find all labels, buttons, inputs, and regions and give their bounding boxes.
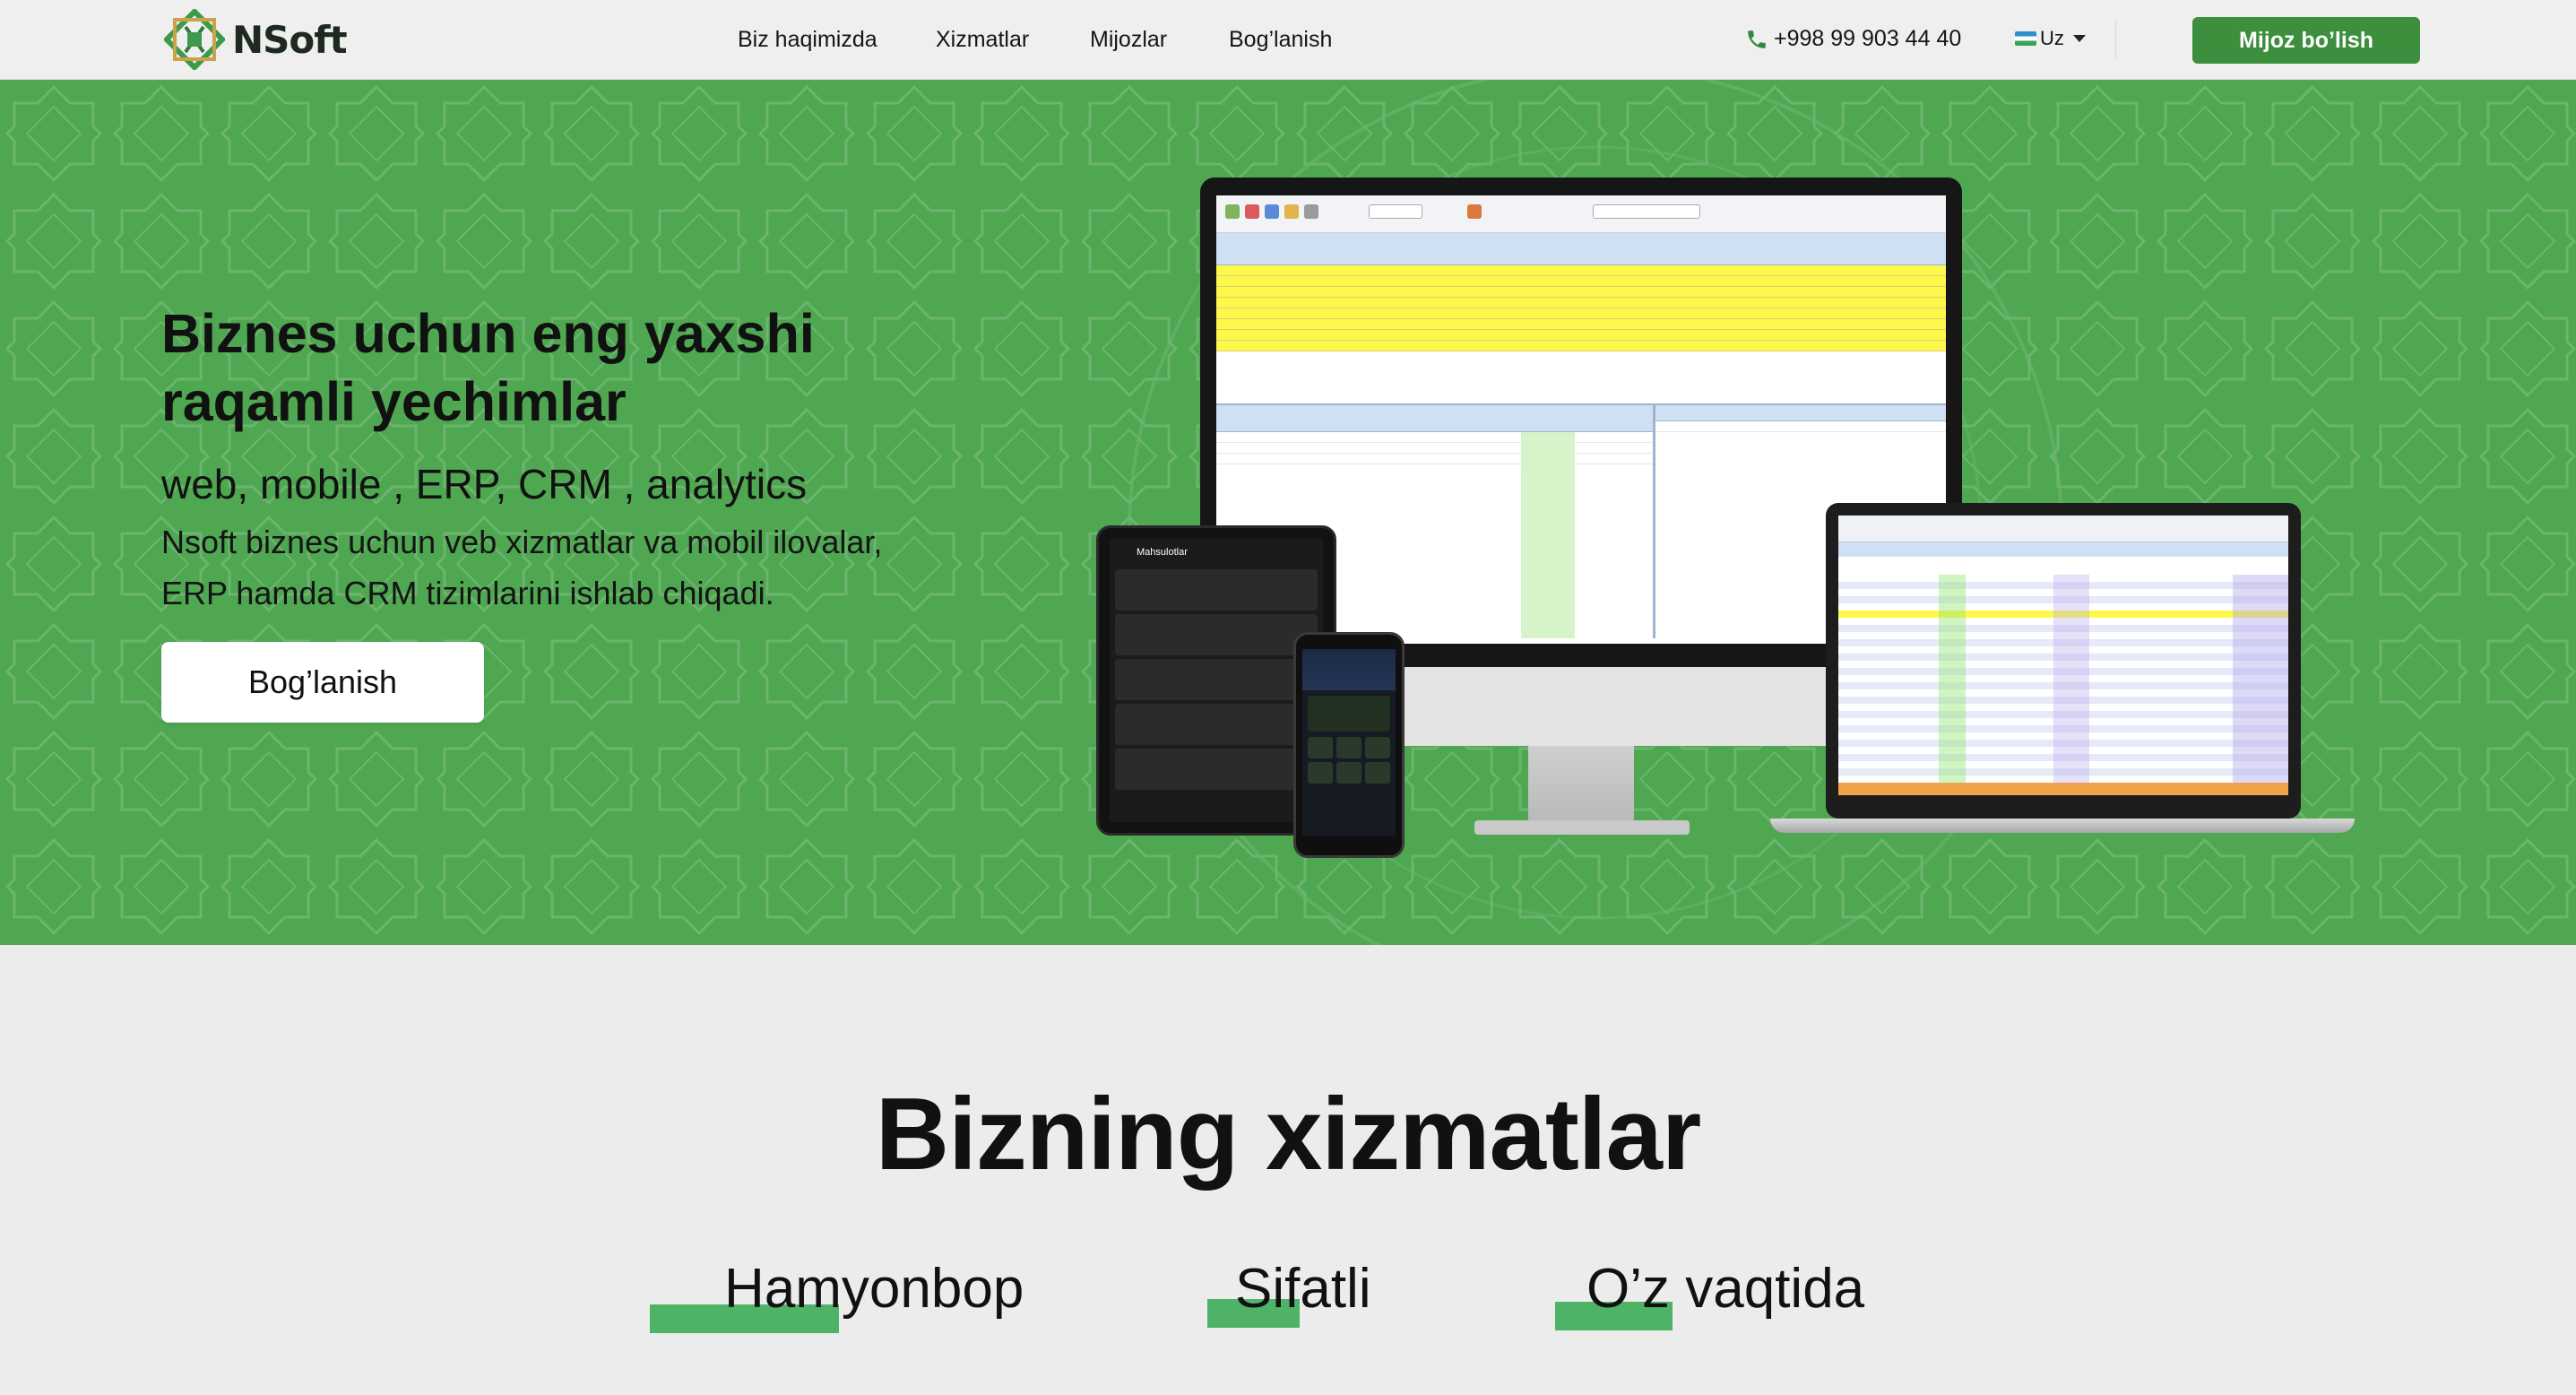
- phone-link[interactable]: +998 99 903 44 40: [1745, 26, 1961, 52]
- flag-uz-icon: [2015, 31, 2036, 46]
- tablet-screen-title: Mahsulotlar: [1137, 547, 1188, 558]
- feature-affordable: Hamyonbop: [724, 1258, 1024, 1320]
- laptop-erp-screenshot: [1838, 516, 2288, 795]
- chevron-down-icon: [2072, 35, 2086, 42]
- hero-contact-button[interactable]: Bog’lanish: [161, 642, 484, 723]
- laptop-base: [1770, 819, 2355, 833]
- header-divider: [2115, 20, 2116, 59]
- hero-section: Biznes uchun eng yaxshi raqamli yechimla…: [0, 80, 2576, 945]
- phone-icon: [1748, 30, 1766, 48]
- site-header: NSoft Biz haqimizda Xizmatlar Mijozlar B…: [0, 0, 2576, 80]
- hero-title-line2: raqamli yechimlar: [161, 371, 627, 432]
- monitor-stand: [1528, 746, 1634, 827]
- brand-name: NSoft: [232, 17, 348, 62]
- hero-desc-line2: ERP hamda CRM tizimlarini ishlab chiqadi…: [161, 575, 774, 611]
- nav-item-clients[interactable]: Mijozlar: [1090, 27, 1167, 53]
- become-client-button[interactable]: Mijoz bo’lish: [2192, 17, 2420, 64]
- hero-title: Biznes uchun eng yaxshi raqamli yechimla…: [161, 299, 815, 436]
- language-label: Uz: [2040, 27, 2064, 49]
- monitor-stand-base: [1474, 820, 1690, 835]
- hero-desc-line1: Nsoft biznes uchun veb xizmatlar va mobi…: [161, 524, 883, 560]
- phone-app-screen: [1302, 649, 1396, 836]
- feature-quality: Sifatli: [1235, 1258, 1371, 1320]
- hero-title-line1: Biznes uchun eng yaxshi: [161, 303, 815, 364]
- laptop: [1826, 503, 2301, 819]
- devices-illustration: Mahsulotlar: [1089, 80, 2362, 945]
- nav-item-services[interactable]: Xizmatlar: [936, 27, 1029, 53]
- hero-subtitle: web, mobile , ERP, CRM , analytics: [161, 461, 808, 507]
- hero-description: Nsoft biznes uchun veb xizmatlar va mobi…: [161, 516, 968, 619]
- feature-on-time: O’z vaqtida: [1586, 1258, 1865, 1320]
- language-selector[interactable]: Uz: [2015, 27, 2086, 50]
- logo[interactable]: NSoft: [164, 9, 348, 70]
- nav-item-contact[interactable]: Bog’lanish: [1229, 27, 1332, 53]
- smartphone: [1293, 632, 1405, 858]
- erp-toolbar: [1216, 195, 1946, 233]
- logo-mark-icon: [164, 9, 225, 70]
- nav-item-about[interactable]: Biz haqimizda: [738, 27, 877, 53]
- services-title: Bizning xizmatlar: [875, 1078, 1702, 1191]
- tablet-app-screen: Mahsulotlar: [1110, 539, 1323, 822]
- phone-number: +998 99 903 44 40: [1774, 26, 1962, 51]
